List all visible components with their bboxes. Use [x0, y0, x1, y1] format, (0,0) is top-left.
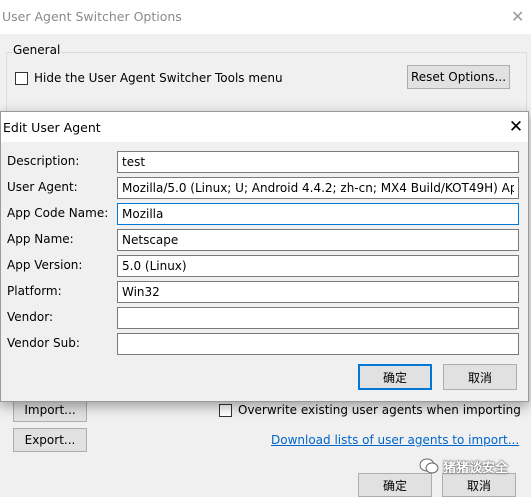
app-version-field[interactable] — [117, 255, 519, 277]
vendor-sub-label: Vendor Sub: — [7, 336, 80, 350]
app-code-name-label: App Code Name: — [7, 206, 109, 220]
platform-field[interactable] — [117, 281, 519, 303]
user-agent-field[interactable] — [117, 177, 519, 199]
hide-menu-checkbox[interactable] — [15, 72, 28, 85]
platform-label: Platform: — [7, 284, 62, 298]
app-name-label: App Name: — [7, 232, 74, 246]
app-version-label: App Version: — [7, 258, 83, 272]
watermark: 猪猪谈安全 — [419, 457, 508, 476]
options-cancel-button[interactable]: 取消 — [442, 473, 516, 497]
vendor-field[interactable] — [117, 307, 519, 329]
app-name-field[interactable] — [117, 229, 519, 251]
reset-options-button[interactable]: Reset Options... — [407, 65, 510, 89]
close-icon[interactable]: ✕ — [505, 115, 527, 139]
download-lists-link[interactable]: Download lists of user agents to import.… — [271, 433, 519, 447]
wechat-icon — [419, 458, 439, 474]
hide-menu-label: Hide the User Agent Switcher Tools menu — [34, 71, 283, 85]
dialog-title: Edit User Agent — [3, 120, 101, 135]
app-code-name-field[interactable] — [117, 203, 519, 225]
dialog-ok-button[interactable]: 确定 — [358, 364, 432, 390]
dialog-titlebar: Edit User Agent ✕ — [1, 112, 528, 142]
description-field[interactable] — [117, 151, 519, 173]
overwrite-checkbox[interactable] — [219, 404, 232, 417]
close-icon[interactable]: ✕ — [511, 7, 531, 27]
options-ok-button[interactable]: 确定 — [358, 473, 432, 497]
dialog-cancel-button[interactable]: 取消 — [443, 364, 517, 390]
edit-user-agent-dialog: Edit User Agent ✕ Description: User Agen… — [0, 111, 529, 402]
export-button[interactable]: Export... — [13, 428, 87, 452]
watermark-text: 猪猪谈安全 — [443, 461, 509, 476]
vendor-sub-field[interactable] — [117, 333, 519, 355]
overwrite-label: Overwrite existing user agents when impo… — [238, 403, 521, 417]
options-window-title: User Agent Switcher Options — [2, 9, 182, 24]
description-label: Description: — [7, 154, 80, 168]
general-legend: General — [12, 43, 62, 57]
user-agent-label: User Agent: — [7, 180, 78, 194]
options-titlebar: User Agent Switcher Options ✕ — [0, 0, 531, 34]
vendor-label: Vendor: — [7, 310, 53, 324]
